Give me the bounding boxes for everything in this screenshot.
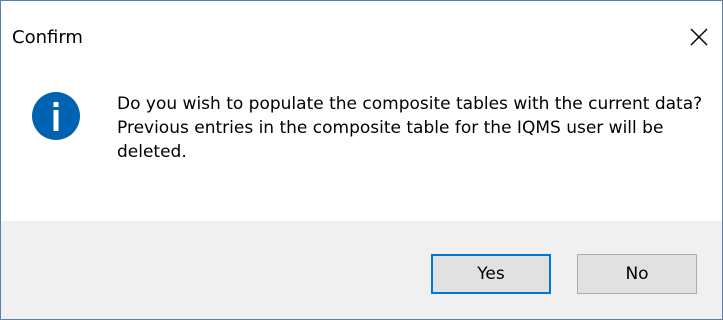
dialog-title: Confirm (12, 27, 83, 48)
no-button[interactable]: No (577, 254, 697, 294)
button-bar: Yes No (1, 221, 722, 319)
message-question: Do you wish to populate the composite ta… (117, 94, 703, 114)
message-warning: Previous entries in the composite table … (117, 118, 664, 162)
dialog-content: Do you wish to populate the composite ta… (1, 67, 722, 223)
confirm-dialog: Confirm Do you wish to populate the comp… (0, 0, 723, 320)
message-text: Do you wish to populate the composite ta… (117, 92, 707, 164)
yes-button[interactable]: Yes (431, 254, 551, 294)
close-button[interactable] (676, 15, 722, 59)
info-icon (32, 92, 80, 140)
title-bar: Confirm (1, 1, 722, 67)
close-icon (690, 28, 708, 46)
